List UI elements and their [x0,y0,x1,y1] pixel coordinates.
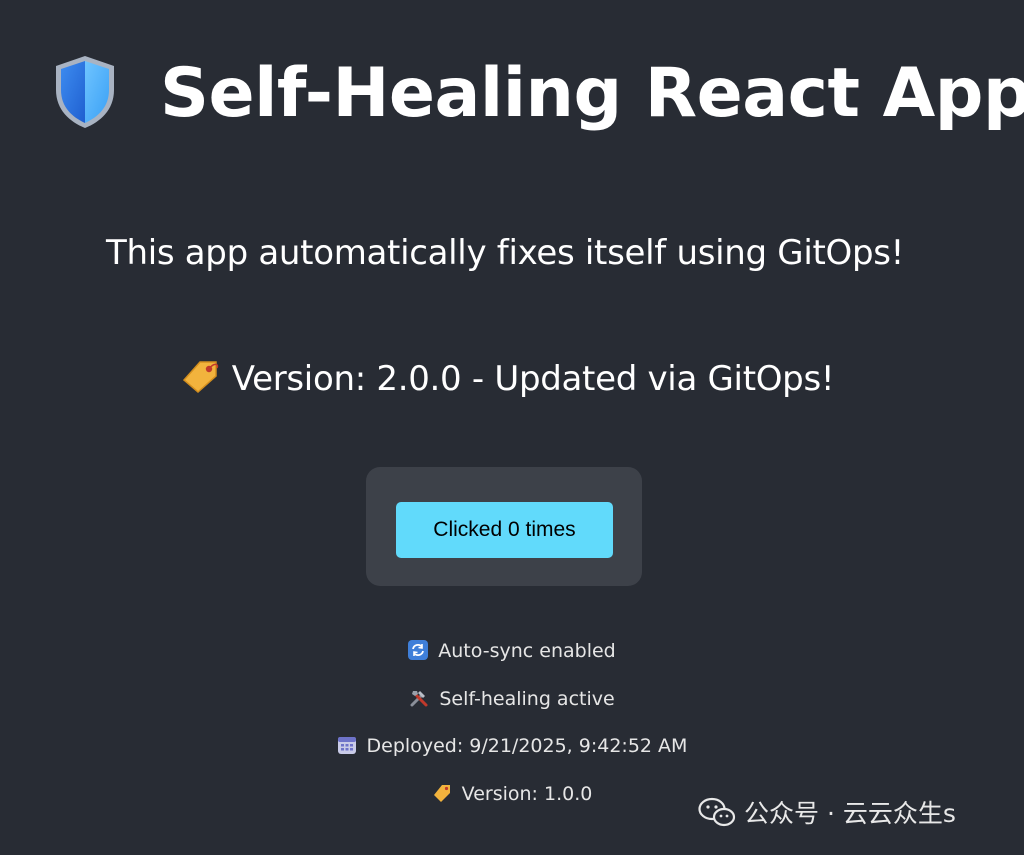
shield-icon [56,56,114,128]
app-description: This app automatically fixes itself usin… [105,233,904,273]
status-selfheal: Self-healing active [0,686,1024,712]
watermark: 公众号 · 云云众生s [698,796,956,832]
tag-icon [182,361,219,393]
tag-icon [433,785,450,802]
status-deployed: Deployed: 9/21/2025, 9:42:52 AM [0,733,1024,759]
app-header: Self-Healing React App [0,48,1024,140]
status-autosync-text: Auto-sync enabled [438,640,616,662]
app-root: Self-Healing React App This app automati… [0,0,1024,855]
status-autosync: Auto-sync enabled [0,638,1024,664]
calendar-icon [337,737,356,754]
status-deployed-text: Deployed: 9/21/2025, 9:42:52 AM [366,735,688,757]
sync-icon [408,640,429,660]
status-version-text: Version: 1.0.0 [461,783,593,805]
wechat-icon [698,797,736,827]
counter-button[interactable]: Clicked 0 times [396,502,613,558]
watermark-text: 公众号 · 云云众生s [744,799,956,828]
version-banner: Version: 2.0.0 - Updated via GitOps! [0,356,1014,402]
page-title: Self-Healing React App [160,54,1024,133]
counter-card: Clicked 0 times [366,467,642,586]
version-banner-text: Version: 2.0.0 - Updated via GitOps! [231,359,835,399]
status-selfheal-text: Self-healing active [439,688,615,710]
tools-icon [410,691,428,707]
